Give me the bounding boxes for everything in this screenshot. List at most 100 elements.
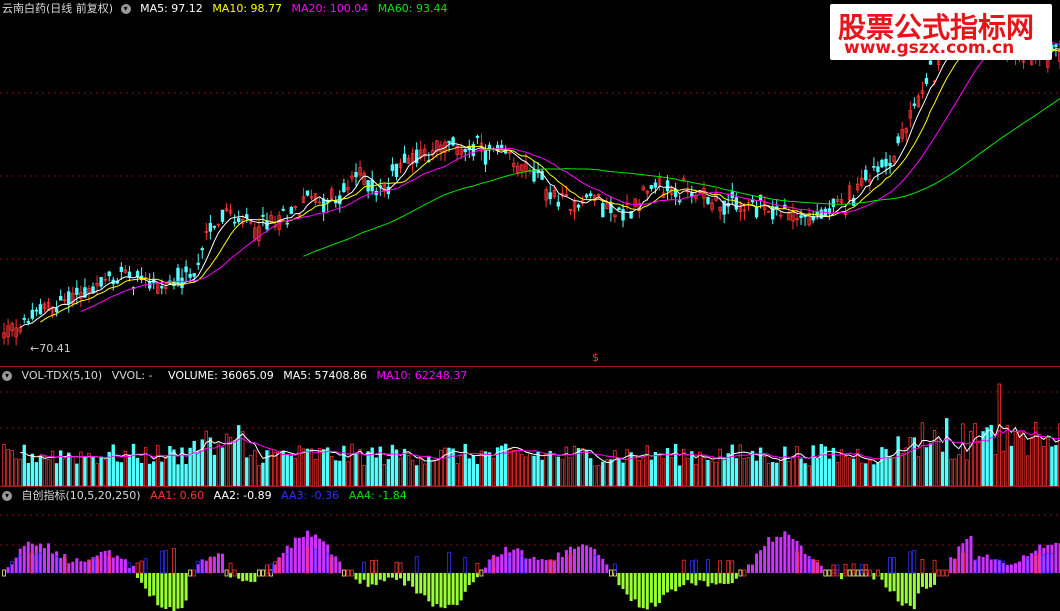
volume-bar [916,456,921,486]
circle-chevron-icon[interactable]: ▾ [120,4,131,14]
indicator-bar-neg [929,573,933,588]
volume-bar [528,453,532,486]
volume-bar [702,457,706,486]
volume-bar [766,463,771,486]
volume-bar [649,459,654,486]
indicator-chart[interactable] [0,487,1060,611]
volume-bar [928,443,933,486]
candle-body [342,183,346,193]
candle-body [38,304,43,315]
price-header: 云南白药(日线 前复权) ▾ MA5: 97.12 MA10: 98.77 MA… [2,2,453,16]
volume-bar [811,445,815,486]
indicator-bar-pos [1009,564,1013,573]
indicator-bar-neg [916,573,920,594]
indicator-bar-pos [775,536,779,573]
volume-chart[interactable] [0,367,1060,486]
indicator-bar-neg [366,573,370,587]
candle-body [499,144,504,149]
indicator-outline-bar [693,559,698,574]
candle-body [447,140,451,144]
volume-bar [390,444,395,486]
indicator-bar-pos [273,564,277,573]
volume-bar [249,454,253,486]
volume-bar [807,465,811,486]
volume-bar [435,459,439,486]
indicator-bar-neg [136,573,140,578]
price-panel[interactable]: 云南白药(日线 前复权) ▾ MA5: 97.12 MA10: 98.77 MA… [0,0,1060,366]
indicator-bar-neg [892,573,896,592]
volume-bar [386,459,391,486]
indicator-bar-neg [617,573,621,586]
indicator-outline-bar [139,560,144,574]
indicator-bar-neg [908,573,912,606]
candle-body [548,192,552,200]
indicator-bar-neutral [876,569,880,577]
indicator-bar-pos [79,561,83,573]
indicator-panel[interactable]: ▾ 自创指标(10,5,20,250) AA1: 0.60 AA2: -0.89… [0,487,1060,611]
volume-bar [139,462,144,486]
volume-bar [30,453,35,486]
indicator-bar-pos [508,552,512,573]
candle-body [107,271,111,277]
indicator-bar-neg [625,573,629,595]
volume-bar [953,458,957,486]
candle-body [601,203,605,218]
indicator-outline-bar [370,560,375,574]
indicator-bar-pos [38,543,42,573]
indicator-bar-pos [63,553,67,573]
indicator-bar-neg [253,573,257,582]
candle-body [354,172,358,178]
indicator-bar-pos [1038,544,1042,573]
indicator-outline-bar [863,564,868,574]
candle-body [483,150,488,165]
indicator-bar-neutral [742,569,747,577]
indicator-bar-neg [674,573,678,592]
volume-bar [1025,455,1030,486]
indicator-bar-pos [115,555,119,573]
indicator-outline-bar [835,564,840,574]
volume-bar [257,465,261,486]
aa1-label: AA1: 0.60 [150,489,205,502]
volume-bar [6,449,10,486]
indicator-bar-neg [164,573,168,609]
volume-bar [1005,424,1010,486]
volume-bar [771,462,775,486]
indicator-bar-pos [795,540,799,573]
volume-bar [552,453,556,486]
indicator-bar-neutral [944,569,949,577]
indicator-bar-neg [152,573,156,596]
candle-body [34,309,39,312]
indicator-bar-pos [99,551,103,573]
indicator-bar-pos [755,553,759,573]
indicator-outline-bar [706,559,710,574]
volume-panel[interactable]: ▾ VOL-TDX(5,10) VVOL: - VOLUME: 36065.09… [0,367,1060,486]
volume-bar [127,454,132,486]
indicator-bar-pos [1013,563,1017,573]
candle-body [758,194,763,201]
circle-chevron-icon[interactable]: ▾ [2,491,12,501]
indicator-bar-neg [686,573,690,581]
indicator-bar-neg [455,573,459,606]
volume-bar [912,437,917,486]
candle-body [261,214,265,217]
indicator-bar-pos [305,530,309,573]
volume-bar [354,453,358,486]
candle-body [864,169,868,181]
circle-chevron-icon[interactable]: ▾ [2,371,12,381]
indicator-bar-pos [1001,563,1005,573]
volume-bar [949,458,953,486]
volume-bar [580,448,585,486]
volume-bar [536,451,540,486]
volume-bar [313,459,318,486]
candle-body [184,266,188,273]
indicator-bar-neg [666,573,670,593]
volume-bar [83,456,87,486]
candle-body [928,60,933,65]
volume-bar [54,463,59,486]
indicator-bar-neg [471,573,475,583]
indicator-outline-bar [920,559,925,574]
volume-bar [819,444,823,486]
indicator-bar-pos [750,564,754,573]
volume-bar [479,450,484,486]
indicator-bar-neg [180,573,184,609]
